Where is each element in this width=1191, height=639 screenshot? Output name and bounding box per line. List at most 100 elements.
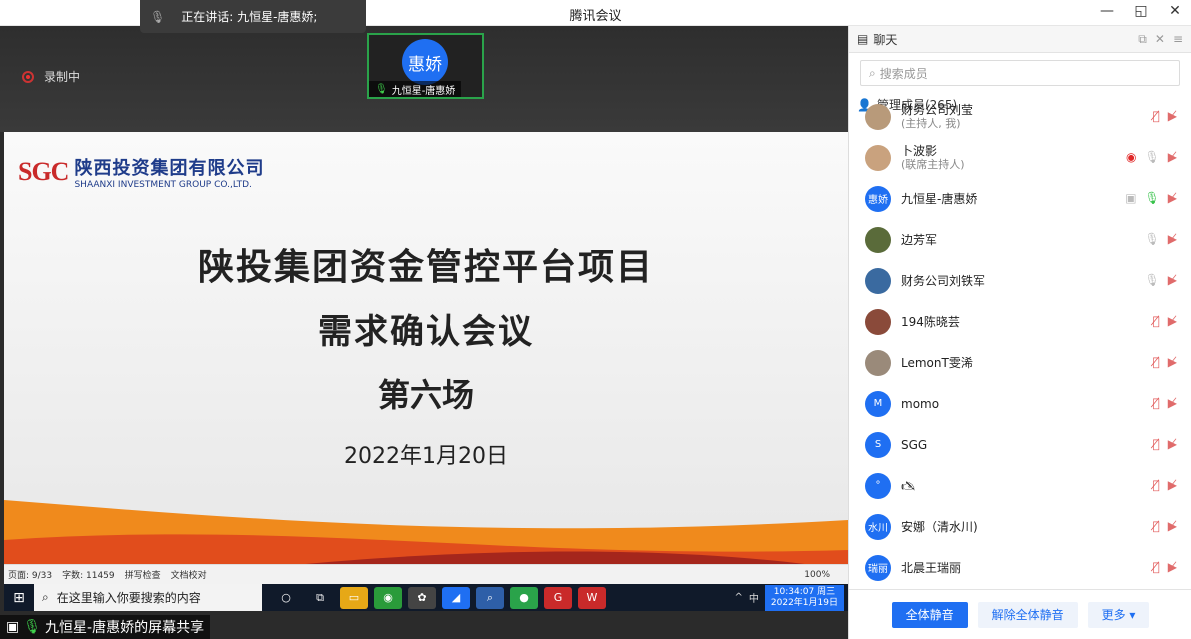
member-row[interactable]: Mmomo 🎙̸ ▶̸ — [849, 383, 1191, 424]
taskbar-search[interactable]: ⌕ 在这里输入你要搜索的内容 — [34, 584, 262, 611]
task-view-icon[interactable]: ⧉ — [306, 586, 334, 609]
app-red-icon[interactable]: G — [544, 586, 572, 609]
camera-off-icon[interactable]: ▶̸ — [1168, 519, 1177, 533]
avatar — [865, 308, 891, 335]
mic-muted-icon[interactable]: 🎙̸ — [1153, 396, 1160, 410]
chat-icon: ▤ — [857, 32, 869, 46]
meeting-app-icon[interactable]: ◢ — [442, 586, 470, 609]
company-name-en: SHAANXI INVESTMENT GROUP CO.,LTD. — [74, 180, 252, 190]
mic-muted-icon[interactable]: 🎙̸ — [1153, 560, 1160, 574]
speaking-text: 正在讲话: 九恒星-唐惠娇; — [181, 10, 318, 24]
avatar: M — [865, 390, 891, 417]
member-row[interactable]: 194陈晓芸 🎙̸ ▶̸ — [849, 301, 1191, 342]
recording-status[interactable]: 录制中 — [22, 68, 80, 85]
menu-icon[interactable]: ≡ — [1173, 32, 1183, 46]
tile-namebar: 🎙 九恒星-唐惠娇 — [369, 81, 462, 97]
avatar: 惠娇 — [402, 39, 448, 85]
close-button[interactable]: ✕ — [1167, 3, 1183, 19]
more-button[interactable]: 更多 ▾ — [1087, 601, 1150, 628]
panel-tabs: ▤ 聊天 👤 管理成员(265) ⧉ ✕ ≡ — [849, 26, 1191, 113]
mic-icon: 🎙 — [150, 9, 166, 24]
camera-off-icon[interactable]: ▶̸ — [1168, 314, 1177, 328]
ime-indicator[interactable]: 中 — [749, 590, 759, 605]
speaking-indicator: 🎙 正在讲话: 九恒星-唐惠娇; — [140, 0, 366, 33]
mic-icon[interactable]: 🎙 — [1145, 150, 1160, 164]
restore-button[interactable]: ◱ — [1133, 3, 1149, 19]
window-controls: — ◱ ✕ — [1099, 3, 1183, 19]
mic-muted-icon[interactable]: 🎙̸ — [1153, 109, 1160, 123]
camera-off-icon[interactable]: ▶̸ — [1168, 232, 1177, 246]
member-search-input[interactable]: ⌕ 搜索成员 — [860, 60, 1180, 86]
camera-off-icon[interactable]: ▶̸ — [1168, 273, 1177, 287]
slide-date: 2022年1月20日 — [344, 444, 508, 469]
camera-off-icon[interactable]: ▶̸ — [1168, 355, 1177, 369]
mic-muted-icon[interactable]: 🎙̸ — [1153, 519, 1160, 533]
member-row[interactable]: 边芳军 🎙 ▶̸ — [849, 219, 1191, 260]
avatar: S — [865, 431, 891, 458]
video-tile[interactable]: 惠娇 🎙 九恒星-唐惠娇 — [367, 33, 484, 99]
proofreading[interactable]: 文档校对 — [171, 568, 207, 581]
camera-off-icon[interactable]: ▶̸ — [1168, 478, 1177, 492]
member-name: 财务公司刘铁军 — [901, 273, 986, 288]
app-icon[interactable]: ✿ — [408, 586, 436, 609]
member-search-placeholder: 搜索成员 — [879, 66, 928, 81]
member-name: 🖎 — [901, 478, 916, 493]
member-name: 安娜（清水川) — [901, 519, 978, 534]
avatar: 惠娇 — [865, 185, 891, 212]
mic-muted-icon[interactable]: 🎙̸ — [1153, 478, 1160, 492]
members-panel: ▤ 聊天 👤 管理成员(265) ⧉ ✕ ≡ ⌕ 搜索成员 财务公司刘莹 (主持人… — [848, 26, 1191, 639]
search-icon: ⌕ — [42, 590, 49, 604]
mic-icon[interactable]: 🎙 — [1145, 273, 1160, 287]
member-name: momo — [901, 396, 940, 411]
mic-muted-icon[interactable]: 🎙̸ — [1153, 314, 1160, 328]
member-row[interactable]: 卜波影 (联席主持人) ◉ 🎙 ▶̸ — [849, 137, 1191, 178]
mic-muted-icon[interactable]: 🎙̸ — [1153, 437, 1160, 451]
tab-chat[interactable]: ▤ 聊天 — [849, 26, 1009, 52]
mic-on-icon[interactable]: 🎙 — [1145, 191, 1160, 205]
member-row[interactable]: 财务公司刘铁军 🎙 ▶̸ — [849, 260, 1191, 301]
mute-all-button[interactable]: 全体静音 — [891, 601, 968, 628]
avatar — [865, 144, 891, 171]
member-role: (主持人, 我) — [901, 116, 961, 130]
cortana-icon[interactable]: ○ — [272, 586, 300, 609]
popout-icon[interactable]: ⧉ — [1138, 32, 1147, 47]
company-name-cn: 陕西投资集团有限公司 — [74, 158, 265, 179]
tray-chevron-icon[interactable]: ^ — [735, 592, 743, 603]
member-role: (联席主持人) — [901, 157, 965, 171]
zoom-level[interactable]: 100% — [804, 570, 830, 580]
minimize-button[interactable]: — — [1099, 3, 1115, 19]
camera-off-icon[interactable]: ▶̸ — [1168, 150, 1177, 164]
avatar — [865, 103, 891, 130]
camera-off-icon[interactable]: ▶̸ — [1168, 437, 1177, 451]
wps-icon[interactable]: W — [578, 586, 606, 609]
camera-off-icon[interactable]: ▶̸ — [1168, 396, 1177, 410]
close-icon[interactable]: ✕ — [1155, 32, 1165, 46]
unmute-all-button[interactable]: 解除全体静音 — [977, 601, 1078, 628]
member-row[interactable]: LemonT雯浠 🎙̸ ▶̸ — [849, 342, 1191, 383]
mic-muted-icon[interactable]: 🎙̸ — [1153, 355, 1160, 369]
camera-off-icon[interactable]: ▶̸ — [1168, 109, 1177, 123]
clock[interactable]: 10:34:07 周三 2022年1月19日 — [764, 584, 844, 611]
mic-on-icon: 🎙 — [23, 619, 42, 635]
member-row[interactable]: 瑞丽 北晨王瑞丽 🎙̸ ▶̸ — [849, 547, 1191, 588]
member-row[interactable]: 水川 安娜（清水川) 🎙̸ ▶̸ — [849, 506, 1191, 547]
mic-icon[interactable]: 🎙 — [1145, 232, 1160, 246]
member-name: SGG — [901, 437, 928, 452]
file-explorer-icon[interactable]: ▭ — [340, 586, 368, 609]
spell-check[interactable]: 拼写检查 — [125, 568, 161, 581]
slide-subtitle: 需求确认会议 — [318, 312, 534, 352]
camera-off-icon[interactable]: ▶̸ — [1168, 560, 1177, 574]
member-row[interactable]: 惠娇 九恒星-唐惠娇 ▣ 🎙 ▶̸ — [849, 178, 1191, 219]
member-row[interactable]: ° 🖎 🎙̸ ▶̸ — [849, 465, 1191, 506]
search-app-icon[interactable]: ⌕ — [476, 586, 504, 609]
camera-off-icon[interactable]: ▶̸ — [1168, 191, 1177, 205]
member-name: LemonT雯浠 — [901, 355, 973, 370]
avatar — [865, 267, 891, 294]
member-name: 194陈晓芸 — [901, 314, 960, 329]
member-row[interactable]: S SGG 🎙̸ ▶̸ — [849, 424, 1191, 465]
system-tray: ^ 中 10:34:07 周三 2022年1月19日 — [735, 584, 848, 611]
wechat-icon[interactable]: ● — [510, 586, 538, 609]
chrome-icon[interactable]: ◉ — [374, 586, 402, 609]
windows-start-icon[interactable]: ⊞ — [4, 590, 34, 606]
member-row[interactable]: 财务公司刘莹 (主持人, 我) 🎙̸ ▶̸ — [849, 96, 1191, 137]
